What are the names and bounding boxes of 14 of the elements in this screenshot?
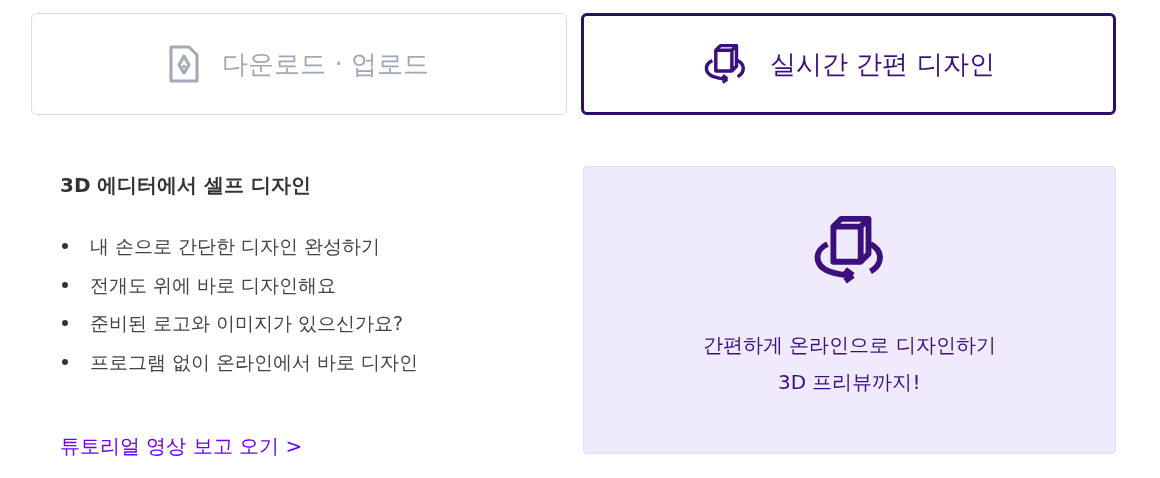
tutorial-link[interactable]: 튜토리얼 영상 보고 오기 > xyxy=(60,433,303,460)
feature-text: 내 손으로 간단한 디자인 완성하기 xyxy=(90,234,381,259)
bullet-icon xyxy=(62,281,68,288)
bullet-icon xyxy=(62,320,68,327)
feature-text: 전개도 위에 바로 디자인해요 xyxy=(90,272,337,298)
bullet-icon xyxy=(62,358,68,365)
section-title: 3D 에디터에서 셀프 디자인 xyxy=(60,172,313,199)
panel-text: 3D 프리뷰까지! xyxy=(777,369,922,396)
bullet-icon xyxy=(62,243,68,250)
file-icon xyxy=(168,44,201,84)
tab[interactable]: 실시간 간편 디자인 xyxy=(580,13,1116,115)
panel-text: 간편하게 온라인으로 디자인하기 xyxy=(702,332,996,359)
feature-text: 준비된 로고와 이미지가 있으신가요? xyxy=(90,311,404,336)
feature-text: 프로그램 없이 온라인에서 바로 디자인 xyxy=(90,349,419,375)
